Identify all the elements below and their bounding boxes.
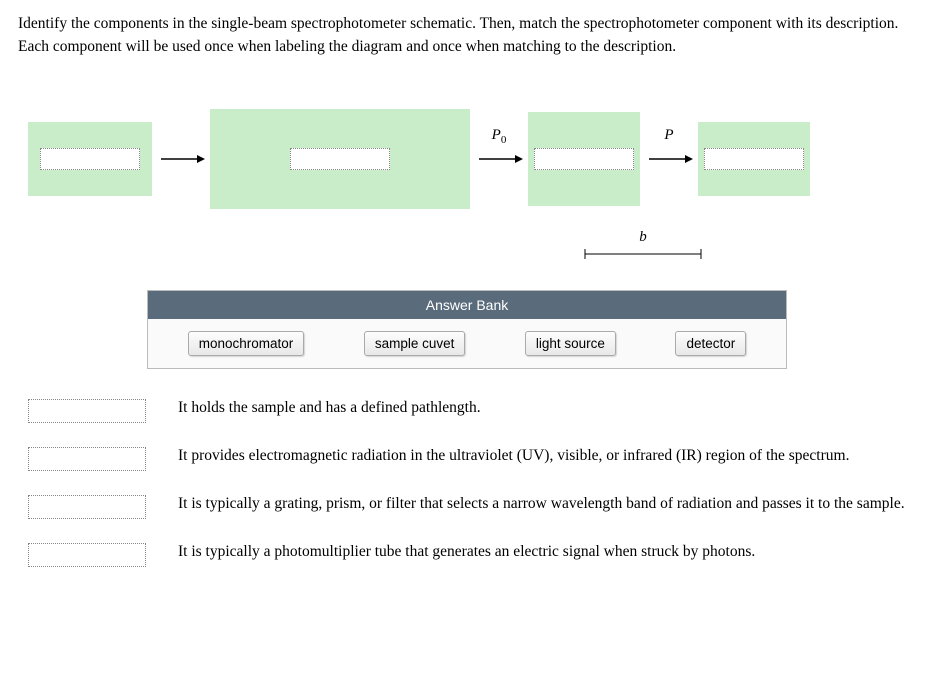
answer-bank-body: monochromator sample cuvet light source … (148, 319, 786, 368)
bank-item-detector[interactable]: detector (675, 331, 746, 356)
component-box-4 (698, 122, 810, 196)
pathlength-indicator-row: b (18, 229, 916, 260)
description-section: It holds the sample and has a defined pa… (18, 397, 916, 567)
drop-slot-4[interactable] (704, 148, 804, 170)
bank-item-monochromator[interactable]: monochromator (188, 331, 305, 356)
desc-drop-2[interactable] (28, 447, 146, 471)
component-box-1 (28, 122, 152, 196)
drop-slot-3[interactable] (534, 148, 634, 170)
label-p: P (640, 127, 698, 144)
answer-bank: Answer Bank monochromator sample cuvet l… (147, 290, 787, 369)
bank-item-light-source[interactable]: light source (525, 331, 616, 356)
arrow-1 (152, 149, 210, 169)
desc-drop-4[interactable] (28, 543, 146, 567)
description-row: It provides electromagnetic radiation in… (28, 445, 916, 471)
component-box-2 (210, 109, 470, 209)
desc-text-4: It is typically a photomultiplier tube t… (178, 541, 755, 563)
desc-text-1: It holds the sample and has a defined pa… (178, 397, 481, 419)
arrow-p: P (640, 149, 698, 169)
description-row: It holds the sample and has a defined pa… (28, 397, 916, 423)
bank-item-sample-cuvet[interactable]: sample cuvet (364, 331, 466, 356)
arrow-p0: P0 (470, 149, 528, 169)
description-row: It is typically a photomultiplier tube t… (28, 541, 916, 567)
pathlength-indicator: b (583, 229, 703, 260)
desc-drop-1[interactable] (28, 399, 146, 423)
drop-slot-1[interactable] (40, 148, 140, 170)
component-box-3 (528, 112, 640, 206)
label-p0: P0 (470, 127, 528, 146)
desc-text-3: It is typically a grating, prism, or fil… (178, 493, 905, 515)
instructions-text: Identify the components in the single-be… (18, 12, 916, 59)
drop-slot-2[interactable] (290, 148, 390, 170)
label-b: b (639, 229, 647, 246)
desc-drop-3[interactable] (28, 495, 146, 519)
desc-text-2: It provides electromagnetic radiation in… (178, 445, 849, 467)
description-row: It is typically a grating, prism, or fil… (28, 493, 916, 519)
schematic-diagram: P0 P (18, 109, 916, 209)
answer-bank-header: Answer Bank (148, 291, 786, 319)
